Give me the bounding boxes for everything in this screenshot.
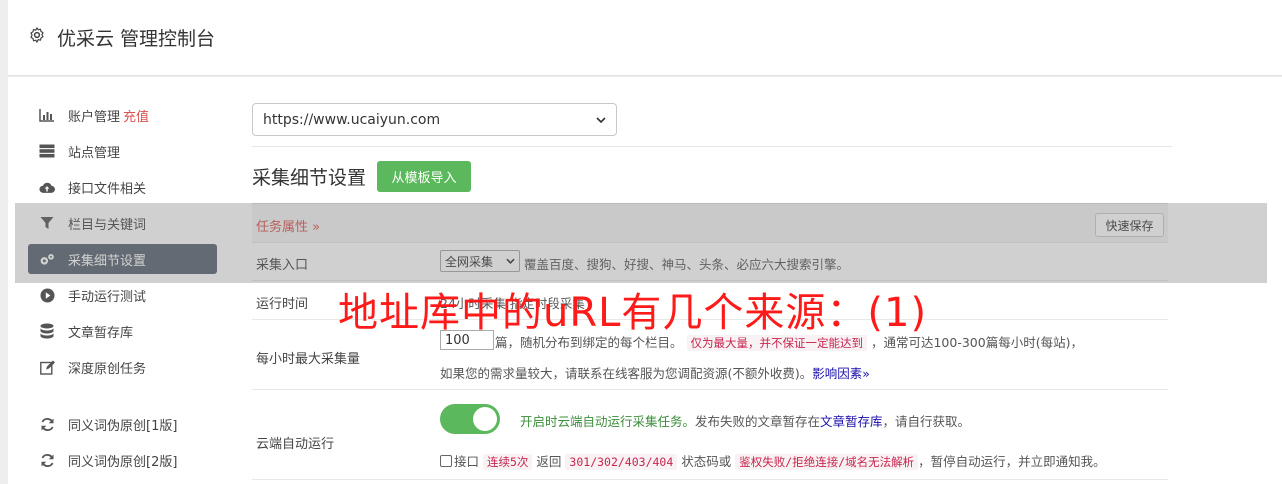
sidebar-item-synonym-v1[interactable]: 同义词伪原创[1版] (28, 409, 217, 439)
run-time-label: 运行时间 (256, 297, 309, 312)
max-per-hour-label: 每小时最大采集量 (256, 352, 361, 367)
chevron-down-icon (596, 116, 606, 123)
sidebar-item-sites[interactable]: 站点管理 (28, 136, 217, 166)
site-url-value: https://www.ucaiyun.com (263, 111, 441, 128)
gear-icon (30, 27, 44, 43)
sidebar-item-article-storage[interactable]: 文章暂存库 (28, 316, 217, 346)
influence-factors-link[interactable]: 影响因素» (812, 366, 870, 381)
recharge-link[interactable]: 充值 (123, 106, 149, 125)
return-text: 返回 (536, 454, 562, 469)
pause-notify-text: ，暂停自动运行，并立即通知我。 (918, 454, 1106, 469)
sidebar-item-label: 同义词伪原创[2版] (68, 454, 178, 470)
sidebar-item-label: 同义词伪原创[1版] (68, 418, 178, 434)
top-header: 优采云 管理控制台 (8, 0, 1282, 76)
sidebar-item-account[interactable]: 账户管理 充值 (28, 100, 217, 130)
cloud-auto-run-label: 云端自动运行 (256, 437, 335, 452)
page-title: 优采云 管理控制台 (57, 28, 216, 50)
play-circle-icon (39, 287, 55, 303)
interface-label: 接口 (454, 454, 480, 469)
consecutive-count: 连续5次 (483, 454, 533, 470)
server-icon (39, 143, 55, 159)
contact-note: 如果您的需求量较大，请联系在线客服为您调配资源(不额外收费)。 (440, 366, 813, 381)
sidebar-item-label: 深度原创任务 (68, 361, 147, 377)
site-url-select[interactable]: https://www.ucaiyun.com (252, 103, 617, 136)
overlay-band (15, 203, 1267, 283)
article-storage-link[interactable]: 文章暂存库 (820, 414, 883, 429)
sidebar-item-label: 站点管理 (68, 145, 121, 161)
sidebar-item-manual-run[interactable]: 手动运行测试 (28, 280, 217, 310)
max-per-hour-contact: 如果您的需求量较大，请联系在线客服为您调配资源(不额外收费)。影响因素» (440, 363, 870, 382)
section-title: 采集细节设置 (252, 167, 367, 189)
divider (252, 146, 1172, 147)
bar-chart-icon (39, 107, 55, 123)
sidebar-item-synonym-v2[interactable]: 同义词伪原创[2版] (28, 445, 217, 475)
cloud-text-a: 发布失败的文章暂存在 (695, 414, 821, 429)
cloud-upload-icon (39, 179, 55, 195)
refresh-icon (39, 452, 55, 468)
sidebar-item-label: 手动运行测试 (68, 289, 147, 305)
interface-pause-option: 接口 连续5次 返回 301/302/403/404 状态码或 鉴权失败/拒绝连… (440, 451, 1106, 470)
status-code-text: 状态码或 (681, 454, 732, 469)
overlay-caption: 地址库中的uRL有几个来源：(1) (338, 290, 928, 336)
sidebar-item-label: 接口文件相关 (68, 181, 147, 197)
sidebar-item-label: 文章暂存库 (68, 325, 134, 341)
database-icon (39, 323, 55, 339)
status-codes: 301/302/403/404 (565, 454, 678, 470)
cloud-auto-run-row: 云端自动运行 开启时云端自动运行采集任务。发布失败的文章暂存在文章暂存库，请自行… (252, 390, 1168, 480)
sidebar-item-label: 账户管理 (68, 109, 121, 125)
cloud-auto-run-desc: 开启时云端自动运行采集任务。发布失败的文章暂存在文章暂存库，请自行获取。 (520, 411, 970, 430)
cloud-auto-run-toggle[interactable] (440, 404, 500, 434)
cloud-green-text: 开启时云端自动运行采集任务。 (520, 414, 696, 429)
interface-pause-checkbox[interactable] (440, 455, 452, 467)
cloud-text-b: ，请自行获取。 (882, 414, 971, 429)
refresh-icon (39, 416, 55, 432)
edit-icon (39, 359, 55, 375)
sidebar-item-interface-files[interactable]: 接口文件相关 (28, 172, 217, 202)
import-from-template-button[interactable]: 从模板导入 (377, 161, 471, 192)
auth-failure-text: 鉴权失败/拒绝连接/域名无法解析 (735, 454, 919, 470)
sidebar-item-deep-original[interactable]: 深度原创任务 (28, 352, 217, 382)
toggle-knob (473, 407, 497, 431)
